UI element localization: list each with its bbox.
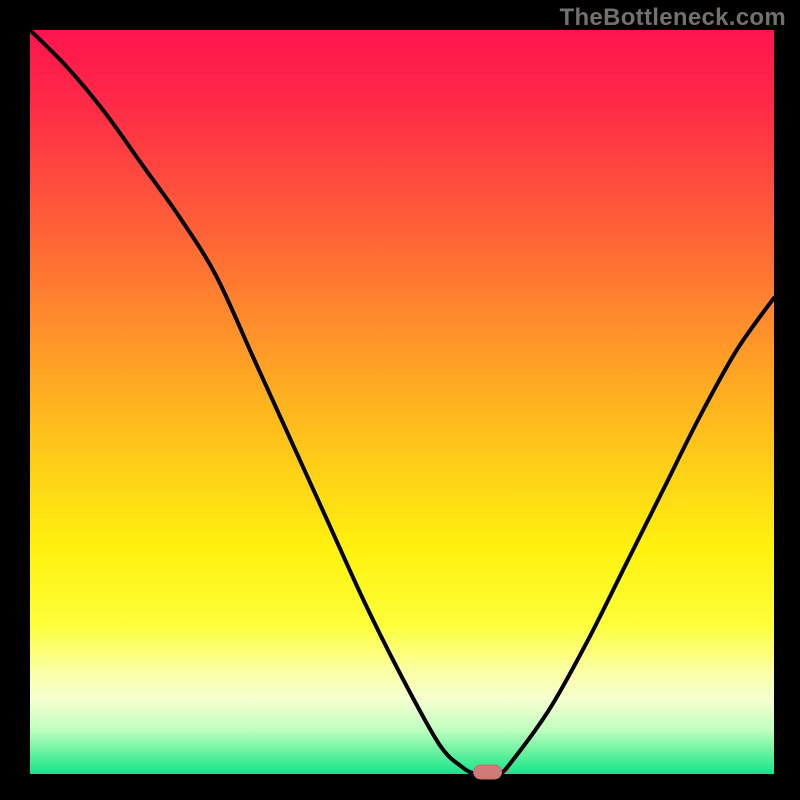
bottleneck-chart [0, 0, 800, 800]
watermark-text: TheBottleneck.com [560, 4, 786, 32]
chart-frame: { "watermark": "TheBottleneck.com", "col… [0, 0, 800, 800]
optimal-point-marker [474, 765, 502, 779]
plot-background [30, 30, 774, 774]
